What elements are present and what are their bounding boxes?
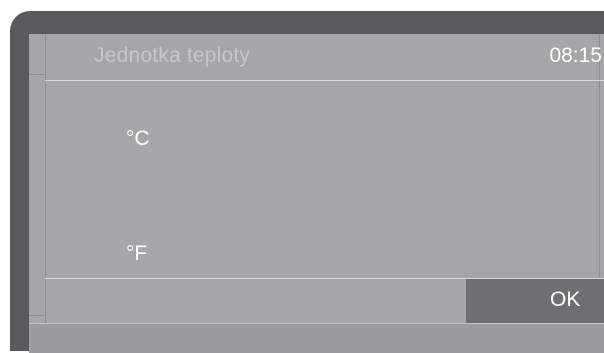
device-frame: Jednotka teploty 08:15 °C °F OK [10, 11, 604, 353]
screen-edge-tick [29, 74, 45, 75]
bottom-divider [29, 323, 604, 324]
option-celsius[interactable]: °C [126, 127, 150, 151]
bottom-strip [29, 323, 604, 353]
screen-edge-tick [29, 315, 45, 316]
screen-frame-left-line [45, 34, 46, 353]
option-fahrenheit[interactable]: °F [126, 242, 147, 266]
clock-display: 08:15 [549, 44, 602, 67]
ok-button[interactable]: OK [466, 279, 604, 323]
screen-title: Jednotka teploty [94, 44, 251, 67]
display-screen: Jednotka teploty 08:15 °C °F OK [29, 34, 604, 353]
header-divider [45, 80, 604, 81]
